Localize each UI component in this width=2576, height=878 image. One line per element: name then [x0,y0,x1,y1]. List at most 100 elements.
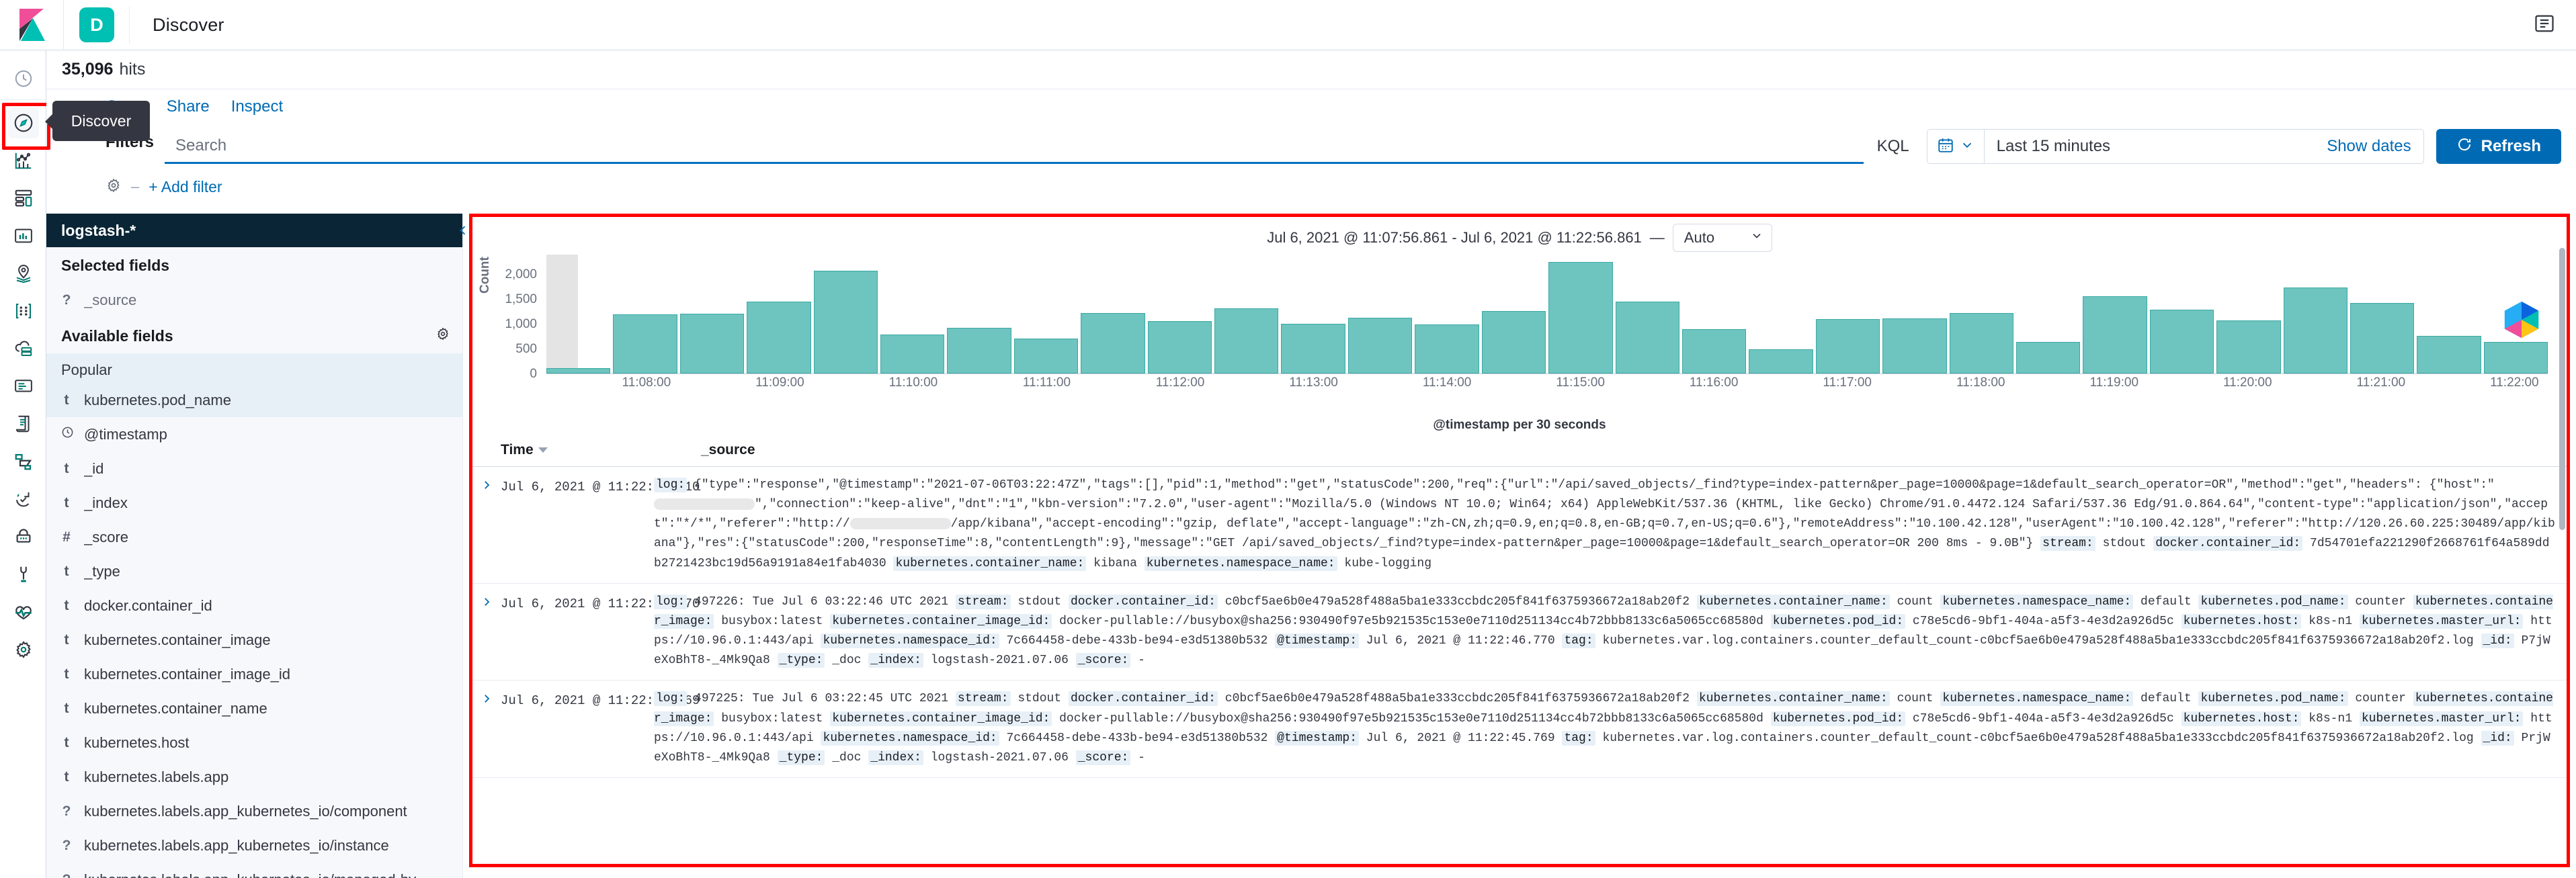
time-column-header[interactable]: Time [501,442,635,458]
sidebar-item-dashboard[interactable] [0,179,46,217]
sidebar-item-apm[interactable] [0,405,46,443]
chart-bar[interactable] [2016,341,2081,374]
field-item[interactable]: t kubernetes.container_image [46,623,462,657]
gear-icon[interactable] [106,177,122,197]
left-nav-rail [0,50,50,878]
field-item[interactable]: t _type [46,554,462,588]
kibana-logo-icon[interactable] [0,0,64,50]
add-filter-button[interactable]: + Add filter [149,178,222,196]
chart-bar[interactable] [613,314,677,374]
chart-bar[interactable] [1214,308,1279,374]
sidebar-item-siem[interactable] [0,480,46,518]
field-item[interactable]: t _index [46,486,462,520]
field-item[interactable]: # _score [46,520,462,554]
date-picker[interactable]: Last 15 minutes Show dates [1926,129,2424,164]
index-pattern-selector[interactable]: logstash-* [46,214,462,247]
chart-bar[interactable] [1147,321,1212,374]
sidebar-item-dev-tools[interactable] [0,556,46,593]
chart-bar[interactable] [1347,317,1413,374]
canvas-frame-icon [8,220,39,251]
date-range-text[interactable]: Last 15 minutes [1985,137,2327,156]
chart-bar[interactable] [679,314,745,374]
share-link[interactable]: Share [167,97,210,116]
chart-bar[interactable] [1281,323,1345,374]
chart-bar[interactable] [1615,302,1679,374]
chart-plot-area[interactable] [546,255,2548,374]
chart-bar[interactable] [880,335,945,374]
chart-bar[interactable] [2483,341,2548,374]
x-tick-label: 11:12:00 [1155,376,1205,390]
field-name: kubernetes.container_name [84,699,267,717]
field-item[interactable]: ? kubernetes.labels.app_kubernetes_io/ins… [46,828,462,863]
sidebar-item-visualize[interactable] [0,142,46,179]
chart-bar[interactable] [1749,349,1813,374]
chart-bar[interactable] [813,271,878,374]
field-type-icon: t [64,666,69,682]
chart-bar[interactable] [1548,261,1613,374]
chart-bar[interactable] [2417,335,2481,374]
chevron-right-icon[interactable] [472,476,501,574]
chart-bar[interactable] [2350,302,2415,374]
x-tick-label: 11:13:00 [1289,376,1338,390]
chart-bar[interactable] [947,327,1011,374]
sidebar-item-security[interactable] [0,518,46,556]
field-item-source[interactable]: ? _source [46,283,462,317]
gear-icon[interactable] [435,326,450,345]
chart-bar[interactable] [546,367,611,374]
sidebar-item-recently-viewed[interactable] [0,60,46,97]
field-item[interactable]: t kubernetes.container_name [46,691,462,726]
field-item[interactable]: t _id [46,451,462,486]
interval-select[interactable]: Auto [1672,224,1772,252]
chart-bar[interactable] [2216,320,2281,374]
chevron-right-icon[interactable] [472,592,501,671]
field-item[interactable]: t kubernetes.labels.app [46,760,462,794]
available-fields-header: Available fields [46,317,462,353]
field-item-pod-name[interactable]: t kubernetes.pod_name [46,383,462,417]
chart-bar[interactable] [1882,318,1947,374]
table-row[interactable]: Jul 6, 2021 @ 11:22:46.770 log: 497226: T… [472,584,2567,681]
chart-bar[interactable] [2283,288,2348,374]
main-panel-scrollbar[interactable] [2559,248,2565,530]
table-row[interactable]: Jul 6, 2021 @ 11:22:47.810 log: {"type":"… [472,467,2567,584]
table-row[interactable]: Jul 6, 2021 @ 11:22:45.769 log: 497225: T… [472,681,2567,779]
refresh-label: Refresh [2481,137,2541,155]
field-item[interactable]: ? kubernetes.labels.app_kubernetes_io/com… [46,794,462,828]
date-quick-select-button[interactable] [1927,129,1985,164]
field-item[interactable]: t kubernetes.host [46,726,462,760]
chart-bar[interactable] [747,302,811,374]
caret-down-icon[interactable] [538,447,548,453]
chart-bar[interactable] [1481,310,1546,374]
chart-bar[interactable] [2083,296,2147,374]
show-dates-button[interactable]: Show dates [2327,137,2423,156]
sidebar-item-monitoring[interactable] [0,593,46,631]
x-axis-label: @timestamp per 30 seconds [1433,418,1606,432]
sidebar-item-maps[interactable] [0,255,46,292]
search-input[interactable]: Search [165,129,1864,164]
refresh-button[interactable]: Refresh [2436,129,2561,164]
field-item[interactable]: @timestamp [46,417,462,451]
sidebar-item-discover[interactable] [0,103,50,150]
chevron-right-icon[interactable] [472,689,501,768]
inspect-link[interactable]: Inspect [231,97,283,116]
chart-bar[interactable] [1081,313,1145,374]
help-icon[interactable] [2534,13,2554,37]
field-key: kubernetes.namespace_name: [1940,594,2134,609]
field-item[interactable]: t docker.container_id [46,588,462,623]
chart-bar[interactable] [2149,310,2214,374]
chart-bar[interactable] [1815,319,1880,374]
field-item[interactable]: t kubernetes.container_image_id [46,657,462,691]
sidebar-item-machine-learning[interactable] [0,292,46,330]
sidebar-item-canvas[interactable] [0,217,46,255]
sidebar-item-logs[interactable] [0,367,46,405]
sidebar-item-infrastructure[interactable] [0,330,46,367]
chart-bar[interactable] [1681,329,1747,374]
discover-main-panel: Jul 6, 2021 @ 11:07:56.861 - Jul 6, 2021… [469,214,2570,867]
query-language-button[interactable]: KQL [1877,137,1909,156]
sidebar-item-management[interactable] [0,631,46,668]
chart-bar[interactable] [1415,324,1479,374]
chart-bar[interactable] [1949,313,2013,374]
chart-bar[interactable] [1013,339,1079,374]
sidebar-item-uptime[interactable] [0,443,46,480]
ml-nodes-icon [8,296,39,326]
field-item[interactable]: ? kubernetes.labels.app_kubernetes_io/man… [46,863,462,878]
